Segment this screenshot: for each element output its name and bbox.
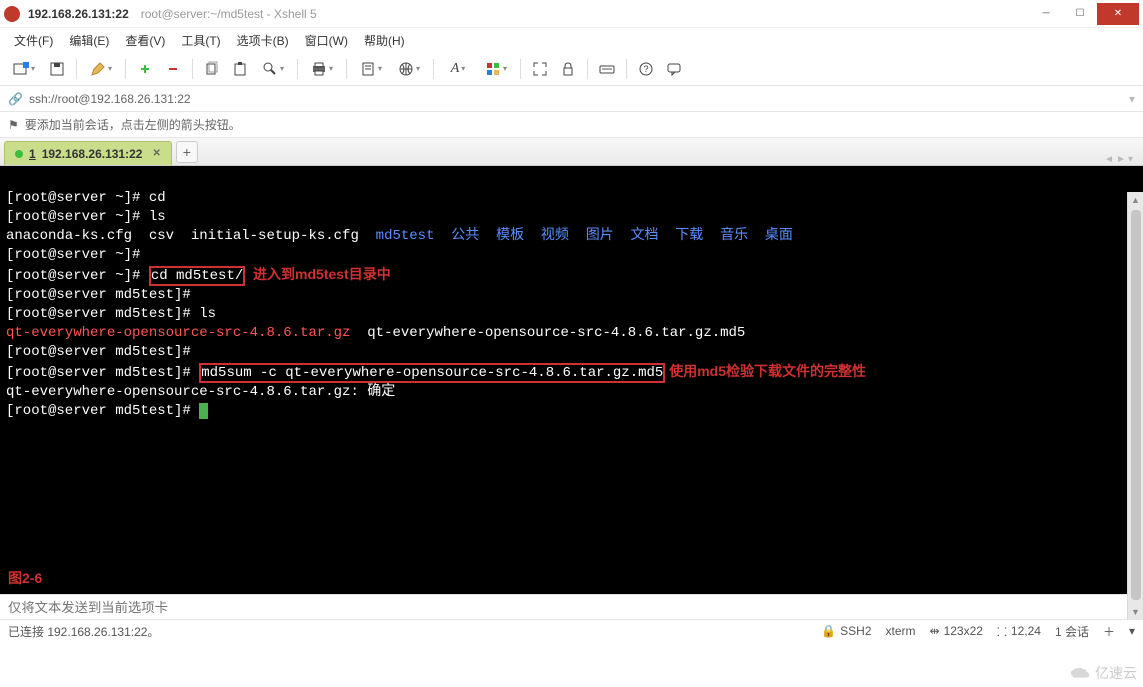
disconnect-button[interactable]: [160, 56, 186, 82]
status-pos: ⸬12,24: [997, 623, 1041, 640]
paste-button[interactable]: [227, 56, 253, 82]
link-icon: 🔗: [8, 92, 23, 106]
font-button[interactable]: A: [440, 56, 476, 82]
address-dropdown-icon[interactable]: ▾: [1129, 92, 1135, 106]
tab-bar: 1 192.168.26.131:22 ✕ + ◄ ► ▾: [0, 138, 1143, 166]
term-line: qt-everywhere-opensource-src-4.8.6.tar.g…: [6, 384, 395, 400]
fullscreen-button[interactable]: [527, 56, 553, 82]
figure-label: 图2-6: [8, 569, 42, 588]
term-line: [root@server md5test]#: [6, 344, 191, 360]
reconnect-button[interactable]: [132, 56, 158, 82]
chat-button[interactable]: [661, 56, 687, 82]
status-bar: 已连接 192.168.26.131:22。 🔒SSH2 xterm ⇹123x…: [0, 620, 1143, 642]
status-add-button[interactable]: ＋: [1103, 623, 1115, 640]
separator: [125, 59, 126, 79]
toolbar: A ?: [0, 52, 1143, 86]
keyboard-button[interactable]: [594, 56, 620, 82]
term-line: [root@server ~]# ls: [6, 209, 166, 225]
hint-bar: ⚑ 要添加当前会话，点击左侧的箭头按钮。: [0, 112, 1143, 138]
resize-icon: ⇹: [930, 624, 940, 638]
status-sessions: 1 会话: [1055, 623, 1089, 640]
scroll-down-icon[interactable]: ▼: [1128, 604, 1143, 620]
menu-tools[interactable]: 工具(T): [175, 30, 226, 51]
tab-number: 1: [29, 147, 36, 161]
app-icon: [4, 6, 20, 22]
address-bar: 🔗 ssh://root@192.168.26.131:22 ▾: [0, 86, 1143, 112]
term-line: [root@server md5test]# ls: [6, 306, 216, 322]
separator: [192, 59, 193, 79]
svg-text:?: ?: [643, 64, 648, 74]
pencil-button[interactable]: [83, 56, 119, 82]
minimize-button[interactable]: ─: [1029, 3, 1063, 25]
separator: [433, 59, 434, 79]
grid-icon: ⸬: [997, 623, 1007, 640]
separator: [76, 59, 77, 79]
term-line: [root@server md5test]#: [6, 287, 191, 303]
window-host: 192.168.26.131:22: [28, 7, 129, 21]
maximize-button[interactable]: ☐: [1063, 3, 1097, 25]
watermark: 亿速云: [1069, 663, 1137, 683]
save-button[interactable]: [44, 56, 70, 82]
print-button[interactable]: [304, 56, 340, 82]
hint-text: 要添加当前会话，点击左侧的箭头按钮。: [25, 116, 241, 133]
globe-button[interactable]: [391, 56, 427, 82]
send-input[interactable]: [8, 600, 1129, 615]
status-term: xterm: [886, 624, 916, 638]
new-tab-button[interactable]: +: [176, 141, 198, 163]
window-path: root@server:~/md5test - Xshell 5: [141, 7, 317, 21]
tab-nav: ◄ ► ▾: [1104, 154, 1139, 165]
separator: [520, 59, 521, 79]
status-size: ⇹123x22: [930, 624, 983, 638]
separator: [346, 59, 347, 79]
separator: [297, 59, 298, 79]
separator: [587, 59, 588, 79]
term-line: [root@server md5test]#: [6, 403, 208, 419]
term-line: [root@server ~]# cd: [6, 190, 166, 206]
flag-icon: ⚑: [8, 118, 19, 132]
menu-window[interactable]: 窗口(W): [299, 30, 354, 51]
tab-close-icon[interactable]: ✕: [152, 148, 160, 159]
lock-icon: 🔒: [821, 624, 836, 638]
menu-view[interactable]: 查看(V): [119, 30, 171, 51]
term-line: [root@server md5test]# md5sum -c qt-ever…: [6, 365, 866, 381]
menu-edit[interactable]: 编辑(E): [63, 30, 115, 51]
term-line: [root@server ~]# cd md5test/ 进入到md5test目…: [6, 268, 391, 284]
tab-prev-icon[interactable]: ◄: [1104, 154, 1114, 165]
session-tab[interactable]: 1 192.168.26.131:22 ✕: [4, 141, 172, 165]
close-button[interactable]: ✕: [1097, 3, 1139, 25]
terminal-scrollbar[interactable]: ▲ ▼: [1127, 192, 1143, 620]
status-connected: 已连接 192.168.26.131:22。: [8, 623, 807, 640]
term-line: qt-everywhere-opensource-src-4.8.6.tar.g…: [6, 325, 745, 341]
properties-button[interactable]: [353, 56, 389, 82]
help-button[interactable]: ?: [633, 56, 659, 82]
tab-list-icon[interactable]: ▾: [1128, 154, 1133, 165]
status-dot-icon: [15, 150, 23, 158]
address-url[interactable]: ssh://root@192.168.26.131:22: [29, 92, 191, 106]
scroll-up-icon[interactable]: ▲: [1128, 192, 1143, 208]
new-session-button[interactable]: [6, 56, 42, 82]
menu-help[interactable]: 帮助(H): [358, 30, 411, 51]
cursor: [199, 403, 208, 419]
find-button[interactable]: [255, 56, 291, 82]
scroll-thumb[interactable]: [1131, 210, 1141, 600]
tab-next-icon[interactable]: ►: [1116, 154, 1126, 165]
status-menu-button[interactable]: ▾: [1129, 624, 1135, 638]
tab-label: 192.168.26.131:22: [42, 147, 143, 161]
title-bar: 192.168.26.131:22 root@server:~/md5test …: [0, 0, 1143, 28]
separator: [626, 59, 627, 79]
lock-button[interactable]: [555, 56, 581, 82]
menu-file[interactable]: 文件(F): [8, 30, 59, 51]
term-line: [root@server ~]#: [6, 247, 140, 263]
terminal[interactable]: [root@server ~]# cd [root@server ~]# ls …: [0, 166, 1143, 594]
send-bar: ▾: [0, 594, 1143, 620]
menu-bar: 文件(F) 编辑(E) 查看(V) 工具(T) 选项卡(B) 窗口(W) 帮助(…: [0, 28, 1143, 52]
term-line: anaconda-ks.cfg csv initial-setup-ks.cfg…: [6, 228, 793, 244]
status-ssh: 🔒SSH2: [821, 624, 871, 638]
copy-button[interactable]: [199, 56, 225, 82]
menu-tabs[interactable]: 选项卡(B): [231, 30, 295, 51]
color-button[interactable]: [478, 56, 514, 82]
